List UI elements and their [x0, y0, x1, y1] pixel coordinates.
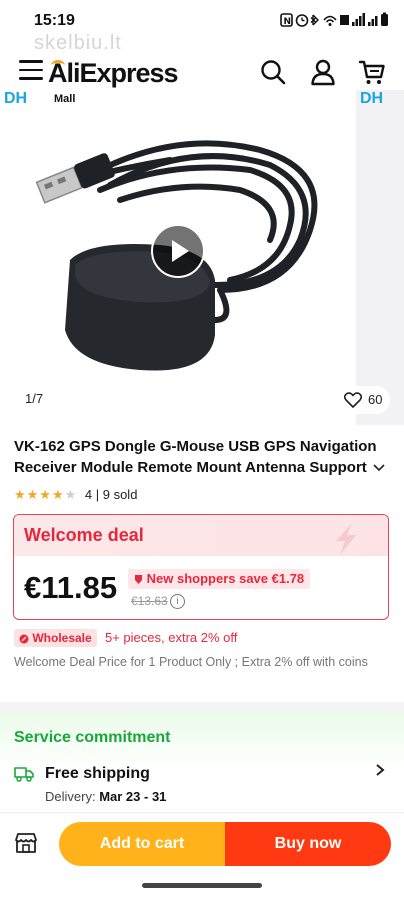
coupon-icon: [19, 634, 29, 644]
status-icons: N: [280, 12, 390, 31]
sold-count: 4 | 9 sold: [84, 487, 138, 502]
delivery-dates: Mar 23 - 31: [99, 789, 167, 804]
svg-text:N: N: [284, 17, 293, 27]
section-divider: [0, 702, 404, 712]
wholesale-badge-text: Wholesale: [32, 631, 92, 645]
service-title: Service commitment: [14, 729, 171, 746]
delivery-label: Delivery:: [45, 789, 96, 804]
welcome-deal-label: Welcome deal: [24, 525, 144, 545]
menu-icon[interactable]: [19, 60, 43, 80]
tag-icon: [135, 575, 142, 585]
store-icon[interactable]: [14, 832, 38, 854]
chevron-down-icon[interactable]: [373, 464, 385, 472]
play-icon: [172, 240, 189, 262]
heart-icon: [344, 392, 362, 408]
add-to-cart-button[interactable]: Add to cart: [59, 822, 225, 866]
rating-row[interactable]: ★★★★★ 4 | 9 sold: [14, 487, 137, 503]
save-badge: New shoppers save €1.78: [128, 569, 311, 589]
wholesale-offer: 5+ pieces, extra 2% off: [105, 630, 238, 645]
brand-label-next: DH: [360, 90, 384, 107]
wishlist-count: 60: [368, 392, 383, 407]
delivery-info: Delivery: Mar 23 - 31: [45, 789, 166, 804]
truck-icon: [14, 767, 34, 782]
deal-price: €11.85: [24, 570, 118, 605]
account-icon[interactable]: [309, 58, 337, 86]
rating-stars: ★★★★★: [14, 487, 78, 502]
watermark: skelbiu.lt: [34, 32, 122, 54]
next-image-preview[interactable]: [356, 90, 404, 425]
info-icon[interactable]: i: [170, 594, 185, 609]
status-time: 15:19: [34, 12, 75, 29]
buy-now-button[interactable]: Buy now: [225, 822, 391, 866]
deal-note: Welcome Deal Price for 1 Product Only ; …: [14, 655, 368, 669]
play-video-button[interactable]: [151, 224, 205, 278]
product-title[interactable]: VK-162 GPS Dongle G-Mouse USB GPS Naviga…: [14, 436, 394, 478]
product-title-text: VK-162 GPS Dongle G-Mouse USB GPS Naviga…: [14, 438, 377, 476]
brand-label: DH: [4, 90, 28, 107]
original-price: €13.63: [131, 594, 168, 608]
image-counter: 1/7: [25, 391, 44, 406]
home-indicator[interactable]: [142, 883, 262, 888]
wholesale-badge: Wholesale: [14, 629, 97, 647]
search-icon[interactable]: [259, 58, 287, 86]
free-shipping-title: Free shipping: [45, 765, 150, 782]
app-logo[interactable]: AliExpress: [48, 58, 179, 89]
cart-icon[interactable]: [358, 58, 386, 86]
status-indicators-icon: N: [280, 12, 388, 27]
lightning-icon: [336, 523, 356, 555]
mall-tag: Mall: [54, 93, 76, 105]
chevron-right-icon[interactable]: [374, 763, 386, 777]
save-text: New shoppers save €1.78: [146, 571, 305, 586]
